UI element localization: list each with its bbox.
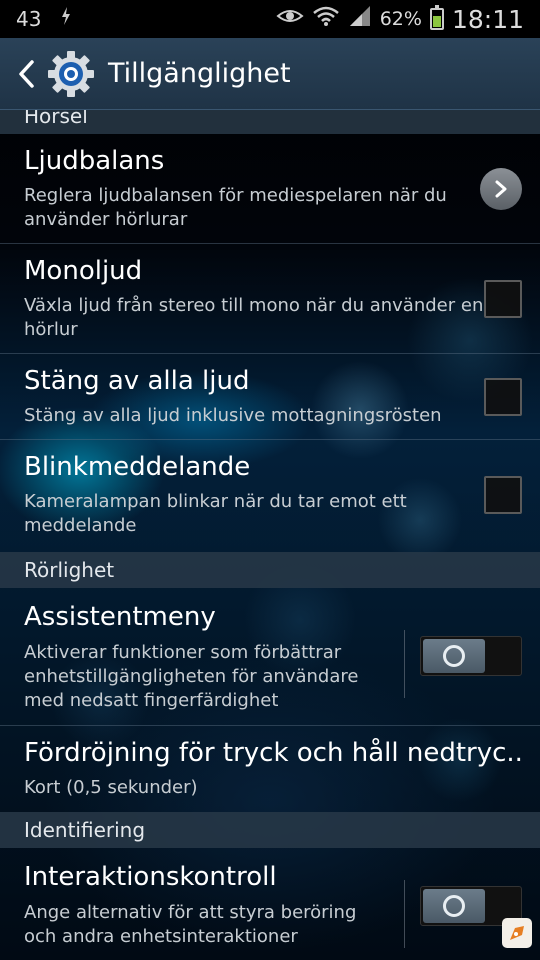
item-summary: Kameralampan blinkar när du tar emot ett… [24,491,407,536]
usb-icon [59,6,73,32]
item-title: Monoljud [24,256,143,286]
item-summary: Växla ljud från stereo till mono när du … [24,295,484,340]
divider [404,880,405,948]
floating-app-icon[interactable] [502,918,532,948]
page-title: Tillgänglighet [108,58,291,89]
clock: 18:11 [451,4,524,34]
assistentmeny-toggle[interactable] [420,636,522,676]
divider [404,630,405,698]
item-title: Fördröjning för tryck och håll nedtryc.. [24,738,523,768]
chevron-left-icon [19,59,34,88]
section-header-horsel: Hörsel [0,110,540,134]
item-title: Blinkmeddelande [24,452,251,482]
notification-count: 43 [16,7,42,31]
item-summary: Ange alternativ för att styra beröring o… [24,902,357,947]
list-item-interaktionskontroll[interactable]: Interaktionskontroll Ange alternativ för… [0,848,540,960]
status-bar: 43 62% 18:11 [0,0,540,38]
item-summary: Kort (0,5 sekunder) [24,777,198,798]
item-title: Interaktionskontroll [24,862,277,892]
item-summary: Stäng av alla ljud inklusive mottagnings… [24,405,442,426]
list-item-blinkmeddelande[interactable]: Blinkmeddelande Kameralampan blinkar när… [0,440,540,552]
list-item-fordrojning[interactable]: Fördröjning för tryck och håll nedtryc..… [0,726,540,812]
back-button[interactable] [8,38,44,110]
monoljud-checkbox[interactable] [484,280,522,318]
battery-percent: 62% [379,8,422,30]
stang-av-checkbox[interactable] [484,378,522,416]
section-header-rorlighet: Rörlighet [0,552,540,588]
item-summary: Reglera ljudbalansen för mediespelaren n… [24,185,447,230]
list-item-assistentmeny[interactable]: Assistentmeny Aktiverar funktioner som f… [0,588,540,726]
toggle-knob [423,889,485,923]
eye-icon [276,6,304,32]
wifi-icon [312,5,340,33]
action-bar: Tillgänglighet [0,38,540,110]
settings-list: Hörsel Ljudbalans Reglera ljudbalansen f… [0,110,540,960]
signal-icon [348,5,372,33]
blink-checkbox[interactable] [484,476,522,514]
item-title: Stäng av alla ljud [24,366,250,396]
list-item-ljudbalans[interactable]: Ljudbalans Reglera ljudbalansen för medi… [0,134,540,244]
section-header-identifiering: Identifiering [0,812,540,848]
list-item-stang-av-alla-ljud[interactable]: Stäng av alla ljud Stäng av alla ljud in… [0,354,540,440]
chevron-right-icon[interactable] [480,168,522,210]
item-title: Assistentmeny [24,602,216,632]
battery-icon [429,5,444,30]
settings-gear-icon [46,49,96,99]
item-summary: Aktiverar funktioner som förbättrar enhe… [24,642,359,711]
item-title: Ljudbalans [24,146,165,176]
toggle-knob [423,639,485,673]
list-item-monoljud[interactable]: Monoljud Växla ljud från stereo till mon… [0,244,540,354]
